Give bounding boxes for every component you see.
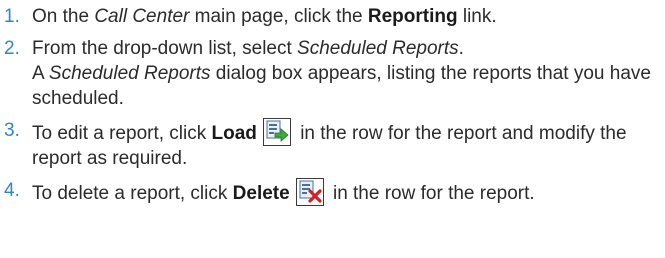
- delete-button-ref: Delete: [232, 183, 290, 204]
- step-number: 1.: [4, 6, 20, 27]
- step-text: From the drop-down list, select: [32, 38, 298, 59]
- step-text: A: [32, 63, 49, 84]
- delete-report-icon: [295, 178, 324, 206]
- step-2: 2. From the drop-down list, select Sched…: [0, 36, 665, 111]
- load-report-icon: [262, 118, 291, 146]
- step-text: To delete a report, click: [32, 183, 233, 204]
- step-text: .: [458, 38, 464, 59]
- procedure-steps: 1. On the Call Center main page, click t…: [0, 4, 665, 206]
- step-4: 4. To delete a report, click Delete in t…: [0, 178, 665, 206]
- reporting-link-ref: Reporting: [367, 6, 458, 27]
- step-text: in the row for the report.: [327, 183, 535, 204]
- step-number: 2.: [4, 38, 20, 59]
- scheduled-reports-ref: Scheduled Reports: [297, 38, 459, 59]
- step-1: 1. On the Call Center main page, click t…: [0, 4, 665, 29]
- load-button-ref: Load: [211, 123, 257, 144]
- scheduled-reports-dialog-ref: Scheduled Reports: [48, 63, 211, 84]
- step-3: 3. To edit a report, click Load in the r…: [0, 118, 665, 171]
- step-text: link.: [457, 6, 497, 27]
- step-text: To edit a report, click: [32, 123, 212, 144]
- step-text: main page, click the: [189, 6, 368, 27]
- call-center-ref: Call Center: [94, 6, 190, 27]
- step-number: 3.: [4, 120, 20, 141]
- step-number: 4.: [4, 180, 20, 201]
- step-text: On the: [32, 6, 95, 27]
